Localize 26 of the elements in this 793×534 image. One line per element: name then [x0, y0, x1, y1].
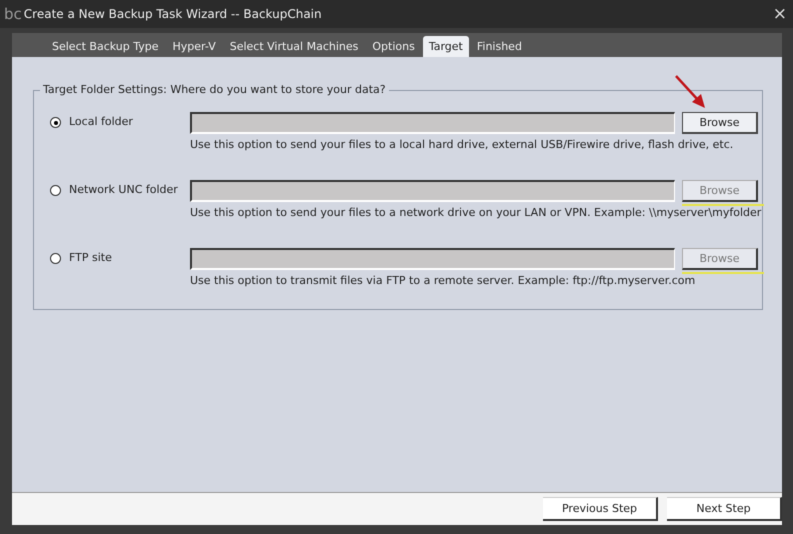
step-button[interactable]: Next Step: [667, 497, 782, 521]
option-label: Network UNC folder: [69, 183, 178, 196]
option-label: FTP site: [69, 251, 112, 264]
option-description: Use this option to send your files to a network drive on your LAN or VPN. Example: \\myserver\myfolder: [190, 206, 762, 219]
radio-button[interactable]: [50, 117, 61, 128]
close-button[interactable]: ×: [772, 4, 787, 24]
radio-button[interactable]: [50, 253, 61, 264]
group-title: Target Folder Settings: Where do you want to store your data?: [40, 83, 389, 96]
pointer-arrow-icon: [674, 74, 708, 110]
option-label: Local folder: [69, 115, 133, 128]
tab[interactable]: Hyper-V: [166, 36, 222, 57]
path-field[interactable]: [190, 180, 675, 202]
option-description: Use this option to send your files to a local hard drive, external USB/Firewire drive, flash drive, etc.: [190, 138, 734, 151]
tab[interactable]: Target: [422, 36, 469, 57]
radio-button[interactable]: [50, 185, 61, 196]
tab[interactable]: Select Backup Type: [46, 36, 165, 57]
browse-button[interactable]: Browse: [682, 112, 758, 134]
path-field[interactable]: [190, 112, 675, 134]
tab[interactable]: Finished: [470, 36, 528, 57]
tab[interactable]: Options: [366, 36, 421, 57]
step-button[interactable]: Previous Step: [543, 497, 658, 521]
tab[interactable]: Select Virtual Machines: [224, 36, 364, 57]
option-description: Use this option to transmit files via FTP to a remote server. Example: ftp://ftp.myserver.com: [190, 274, 696, 287]
window-title: Create a New Backup Task Wizard -- BackupChain: [24, 7, 323, 21]
app-logo: bc: [4, 5, 22, 23]
path-field[interactable]: [190, 248, 675, 270]
